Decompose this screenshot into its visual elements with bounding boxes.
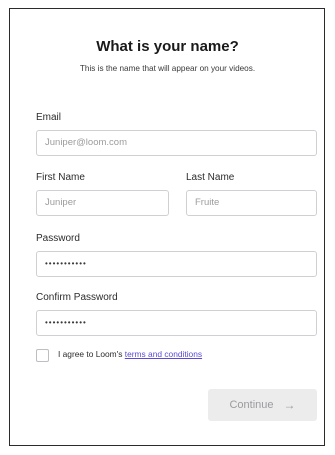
- page-subtitle: This is the name that will appear on you…: [79, 64, 256, 73]
- terms-checkbox[interactable]: [36, 349, 49, 362]
- confirm-password-field[interactable]: •••••••••••: [36, 310, 317, 336]
- password-field[interactable]: •••••••••••: [36, 251, 317, 277]
- last-name-field[interactable]: Fruite: [186, 190, 317, 216]
- email-label: Email: [36, 112, 62, 123]
- terms-link[interactable]: terms and conditions: [125, 349, 202, 359]
- confirm-password-label: Confirm Password: [36, 292, 118, 303]
- continue-label: Continue: [229, 399, 274, 411]
- terms-prefix: I agree to Loom's: [58, 349, 125, 359]
- first-name-label: First Name: [36, 172, 85, 183]
- terms-agreement: I agree to Loom's terms and conditions: [58, 349, 202, 359]
- arrow-right-icon: →: [283, 398, 296, 412]
- password-label: Password: [36, 233, 80, 244]
- continue-button[interactable]: Continue →: [208, 389, 317, 421]
- last-name-label: Last Name: [186, 172, 235, 183]
- signup-card: [9, 8, 325, 446]
- first-name-field[interactable]: Juniper: [36, 190, 169, 216]
- page-title: What is your name?: [96, 38, 239, 55]
- email-field[interactable]: Juniper@loom.com: [36, 130, 317, 156]
